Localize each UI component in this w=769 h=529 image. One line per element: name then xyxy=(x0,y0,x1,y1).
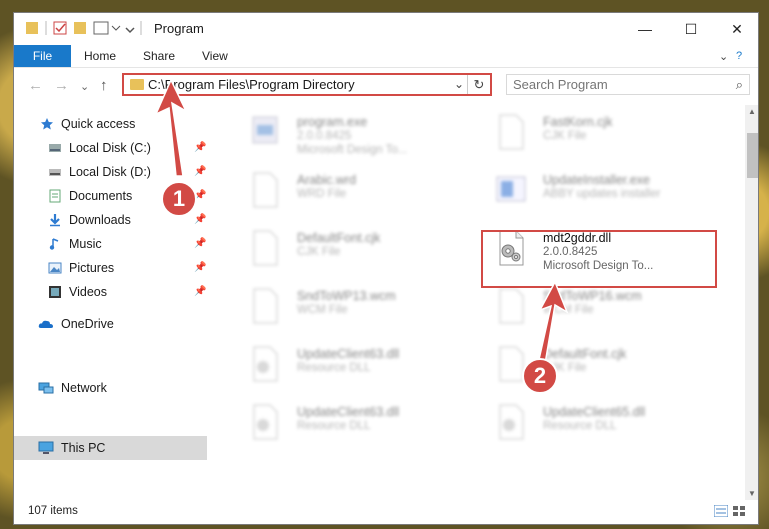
arrow-to-address-bar xyxy=(154,78,188,177)
annotation-arrows xyxy=(154,78,569,365)
arrow-to-dll-file xyxy=(537,280,569,365)
callout-step-1: 1 xyxy=(161,181,197,217)
callout-step-2: 2 xyxy=(522,358,558,394)
